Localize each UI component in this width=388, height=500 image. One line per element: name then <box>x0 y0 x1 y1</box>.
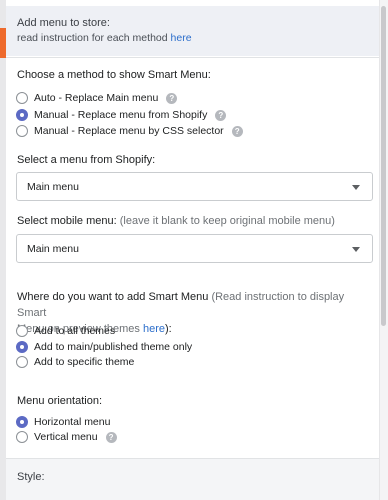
help-icon[interactable]: ? <box>166 92 178 104</box>
caret-down-icon <box>352 247 360 252</box>
shopify-menu-value: Main menu <box>27 180 79 193</box>
orientation-option-horizontal-label: Horizontal menu <box>34 416 111 428</box>
style-section-header[interactable]: Style: <box>6 458 379 500</box>
caret-down-icon <box>352 185 360 190</box>
mobile-menu-value: Main menu <box>27 242 79 255</box>
section-divider <box>6 57 379 58</box>
where-option-specific-theme-label: Add to specific theme <box>34 356 135 368</box>
radio-main-theme[interactable] <box>16 341 28 353</box>
orientation-option-vertical-label: Vertical menu <box>34 431 98 443</box>
style-label: Style: <box>17 471 45 483</box>
method-option-manual-shopify[interactable]: Manual - Replace menu from Shopify ? <box>16 108 227 122</box>
preview-instruction-link[interactable]: here <box>143 323 165 335</box>
mobile-menu-select[interactable]: Main menu <box>16 234 373 263</box>
scrollbar-thumb[interactable] <box>381 6 386 326</box>
shopify-menu-label: Select a menu from Shopify: <box>17 154 156 166</box>
help-icon[interactable]: ? <box>215 109 227 121</box>
where-option-specific-theme[interactable]: Add to specific theme <box>16 355 134 369</box>
where-option-all-themes-label: Add to all themes <box>34 325 116 337</box>
info-box: Add menu to store: read instruction for … <box>6 6 379 56</box>
where-option-main-theme-label: Add to main/published theme only <box>34 341 193 353</box>
where-hint-end: ): <box>164 323 172 335</box>
method-label: Choose a method to show Smart Menu: <box>17 69 211 81</box>
radio-manual-shopify[interactable] <box>16 109 28 121</box>
method-option-manual-css-label: Manual - Replace menu by CSS selector <box>34 125 224 137</box>
radio-horizontal[interactable] <box>16 416 28 428</box>
help-icon[interactable]: ? <box>105 431 117 443</box>
orientation-option-horizontal[interactable]: Horizontal menu <box>16 415 110 429</box>
method-option-manual-css[interactable]: Manual - Replace menu by CSS selector ? <box>16 124 243 138</box>
radio-specific-theme[interactable] <box>16 356 28 368</box>
radio-manual-css[interactable] <box>16 125 28 137</box>
info-subtitle: read instruction for each method here <box>17 31 368 45</box>
method-option-auto[interactable]: Auto - Replace Main menu ? <box>16 91 178 105</box>
mobile-menu-label: Select mobile menu: <box>17 215 117 227</box>
radio-auto[interactable] <box>16 92 28 104</box>
mobile-menu-label-row: Select mobile menu: (leave it blank to k… <box>17 215 335 227</box>
where-option-all-themes[interactable]: Add to all themes <box>16 324 115 338</box>
method-option-manual-shopify-label: Manual - Replace menu from Shopify <box>34 109 208 121</box>
mobile-menu-hint: (leave it blank to keep original mobile … <box>116 215 335 227</box>
help-icon[interactable]: ? <box>231 125 243 137</box>
shopify-menu-select[interactable]: Main menu <box>16 172 373 201</box>
info-subtitle-text: read instruction for each method <box>17 32 171 44</box>
instruction-link[interactable]: here <box>171 32 192 44</box>
orientation-option-vertical[interactable]: Vertical menu ? <box>16 430 117 444</box>
orientation-label: Menu orientation: <box>17 395 102 407</box>
info-title: Add menu to store: <box>17 17 110 29</box>
radio-all-themes[interactable] <box>16 325 28 337</box>
method-option-auto-label: Auto - Replace Main menu <box>34 92 159 104</box>
where-label: Where do you want to add Smart Menu <box>17 291 209 303</box>
radio-vertical[interactable] <box>16 431 28 443</box>
where-option-main-theme[interactable]: Add to main/published theme only <box>16 340 192 354</box>
